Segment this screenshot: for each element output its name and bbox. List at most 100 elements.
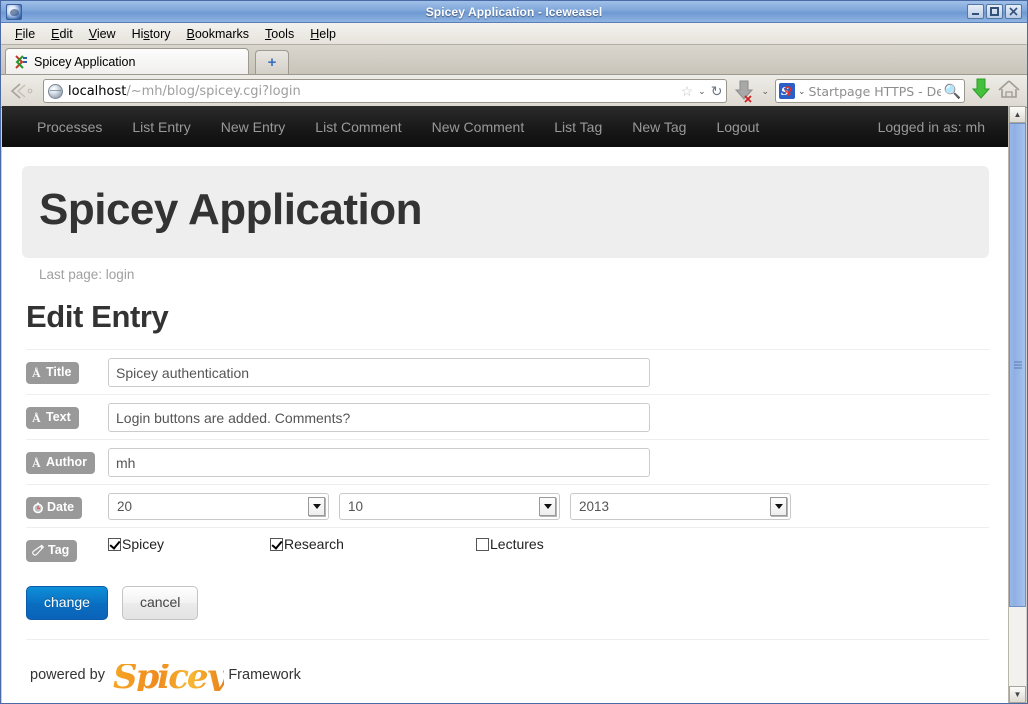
star-icon[interactable]: ☆ <box>681 83 694 100</box>
form-row-title: Å Title <box>26 349 989 394</box>
date-day-value: 20 <box>117 499 133 514</box>
search-engine-chevron-down-icon[interactable]: ⌄ <box>798 86 806 97</box>
tag-checkbox-research[interactable]: Research <box>270 536 466 552</box>
window-title: Spicey Application - Iceweasel <box>425 4 603 19</box>
nav-link-list-comment[interactable]: List Comment <box>300 119 416 135</box>
form-actions: change cancel <box>22 569 989 638</box>
menu-help[interactable]: Help <box>302 25 344 43</box>
nav-link-list-tag[interactable]: List Tag <box>539 119 617 135</box>
font-text-icon: Å <box>32 456 41 469</box>
chevron-down-icon[interactable] <box>539 497 556 516</box>
nav-link-new-comment[interactable]: New Comment <box>417 119 540 135</box>
form-row-tag: Tag Spicey Research Lectures <box>26 527 989 569</box>
svg-text:Å: Å <box>32 456 41 469</box>
badge-tag-text: Tag <box>48 543 70 557</box>
svg-text:Å: Å <box>32 411 41 424</box>
checkbox-icon[interactable] <box>108 537 121 551</box>
menu-history[interactable]: History <box>124 25 179 43</box>
url-path: /~mh/blog/spicey.cgi?login <box>126 83 301 99</box>
browser-window: Spicey Application - Iceweasel File Edit… <box>0 0 1028 704</box>
cancel-button[interactable]: cancel <box>121 586 199 620</box>
back-forward-icon[interactable] <box>7 79 37 103</box>
download-arrow-icon[interactable] <box>733 78 755 104</box>
magnifier-icon[interactable]: 🔍 <box>944 83 961 100</box>
nav-link-new-entry[interactable]: New Entry <box>206 119 301 135</box>
hero-title: Spicey Application <box>39 185 423 234</box>
scroll-down-button[interactable]: ▼ <box>1009 686 1026 703</box>
scroll-up-button[interactable]: ▲ <box>1009 106 1026 123</box>
globe-icon <box>48 83 63 99</box>
spicey-logo: Spicey <box>112 656 226 697</box>
scrollbar-thumb[interactable] <box>1009 123 1026 608</box>
startpage-icon[interactable]: S <box>779 83 795 99</box>
date-day-select[interactable]: 20 <box>108 493 329 520</box>
footer-suffix: Framework <box>228 667 301 684</box>
svg-text:Å: Å <box>32 366 41 379</box>
close-button[interactable] <box>1005 4 1022 19</box>
field-text <box>108 403 989 432</box>
menu-edit[interactable]: Edit <box>43 25 81 43</box>
chevron-down-icon[interactable] <box>770 497 787 516</box>
iceweasel-favicon <box>14 54 28 69</box>
window-controls <box>967 4 1025 19</box>
hero-panel: Spicey Application <box>22 166 989 258</box>
app-body: Spicey Application Last page: login Edit… <box>2 166 1009 697</box>
chevron-down-icon[interactable] <box>308 497 325 516</box>
date-year-select[interactable]: 2013 <box>570 493 791 520</box>
reload-icon[interactable]: ↻ <box>711 83 723 100</box>
search-input[interactable]: Startpage HTTPS - De <box>809 84 941 99</box>
nav-link-list-entry[interactable]: List Entry <box>117 119 205 135</box>
date-year-value: 2013 <box>579 499 610 514</box>
menu-bookmarks[interactable]: Bookmarks <box>179 25 258 43</box>
edit-entry-form: Å Title Å <box>22 349 989 569</box>
tag-icon <box>32 545 45 556</box>
label-author: Å Author <box>26 452 108 474</box>
badge-date-text: Date <box>47 500 75 514</box>
nav-link-logout[interactable]: Logout <box>701 119 774 135</box>
form-row-date: Date 20 10 2013 <box>26 484 989 527</box>
page-scrollbar[interactable]: ▲ ▼ <box>1008 106 1026 703</box>
scrollbar-track[interactable] <box>1009 123 1026 686</box>
menu-tools[interactable]: Tools <box>257 25 302 43</box>
form-row-author: Å Author <box>26 439 989 484</box>
green-download-arrow-icon[interactable] <box>971 77 991 106</box>
author-input[interactable] <box>108 448 650 477</box>
form-row-text: Å Text <box>26 394 989 439</box>
checkbox-icon[interactable] <box>270 537 283 551</box>
label-tag: Tag <box>26 540 108 562</box>
maximize-button[interactable] <box>986 4 1003 19</box>
badge-tag: Tag <box>26 540 78 562</box>
field-title <box>108 358 989 387</box>
badge-title: Å Title <box>26 362 80 384</box>
browser-tab[interactable]: Spicey Application <box>5 48 249 74</box>
date-month-select[interactable]: 10 <box>339 493 560 520</box>
menu-view[interactable]: View <box>81 25 124 43</box>
label-date: Date <box>26 497 108 519</box>
checkbox-icon[interactable] <box>476 537 489 551</box>
nav-link-new-tag[interactable]: New Tag <box>617 119 701 135</box>
field-tag: Spicey Research Lectures <box>108 536 989 552</box>
label-text: Å Text <box>26 407 108 429</box>
title-input[interactable] <box>108 358 650 387</box>
navigation-toolbar: localhost/~mh/blog/spicey.cgi?login ☆ ⌄ … <box>1 75 1027 108</box>
menu-file[interactable]: File <box>7 25 43 43</box>
home-icon[interactable] <box>997 78 1021 105</box>
app-nav-links: Processes List Entry New Entry List Comm… <box>22 119 774 135</box>
new-tab-button[interactable]: + <box>255 50 289 74</box>
nav-link-processes[interactable]: Processes <box>22 119 117 135</box>
search-box[interactable]: S ⌄ Startpage HTTPS - De 🔍 <box>775 79 965 103</box>
minimize-button[interactable] <box>967 4 984 19</box>
font-text-icon: Å <box>32 366 41 379</box>
tag-label-spicey: Spicey <box>122 536 165 552</box>
tag-checkbox-lectures[interactable]: Lectures <box>476 536 544 552</box>
tag-checkbox-spicey[interactable]: Spicey <box>108 536 260 552</box>
url-bar[interactable]: localhost/~mh/blog/spicey.cgi?login ☆ ⌄ … <box>43 79 728 103</box>
tabbar: Spicey Application + <box>1 45 1027 75</box>
text-input[interactable] <box>108 403 650 432</box>
last-page-text: Last page: login <box>39 267 135 282</box>
tag-label-research: Research <box>284 536 344 552</box>
download-chevron-down-icon[interactable]: ⌄ <box>761 86 769 97</box>
change-button[interactable]: change <box>26 586 108 620</box>
bookmark-chevron-down-icon[interactable]: ⌄ <box>698 86 706 97</box>
scrollbar-grip-icon <box>1013 360 1022 371</box>
